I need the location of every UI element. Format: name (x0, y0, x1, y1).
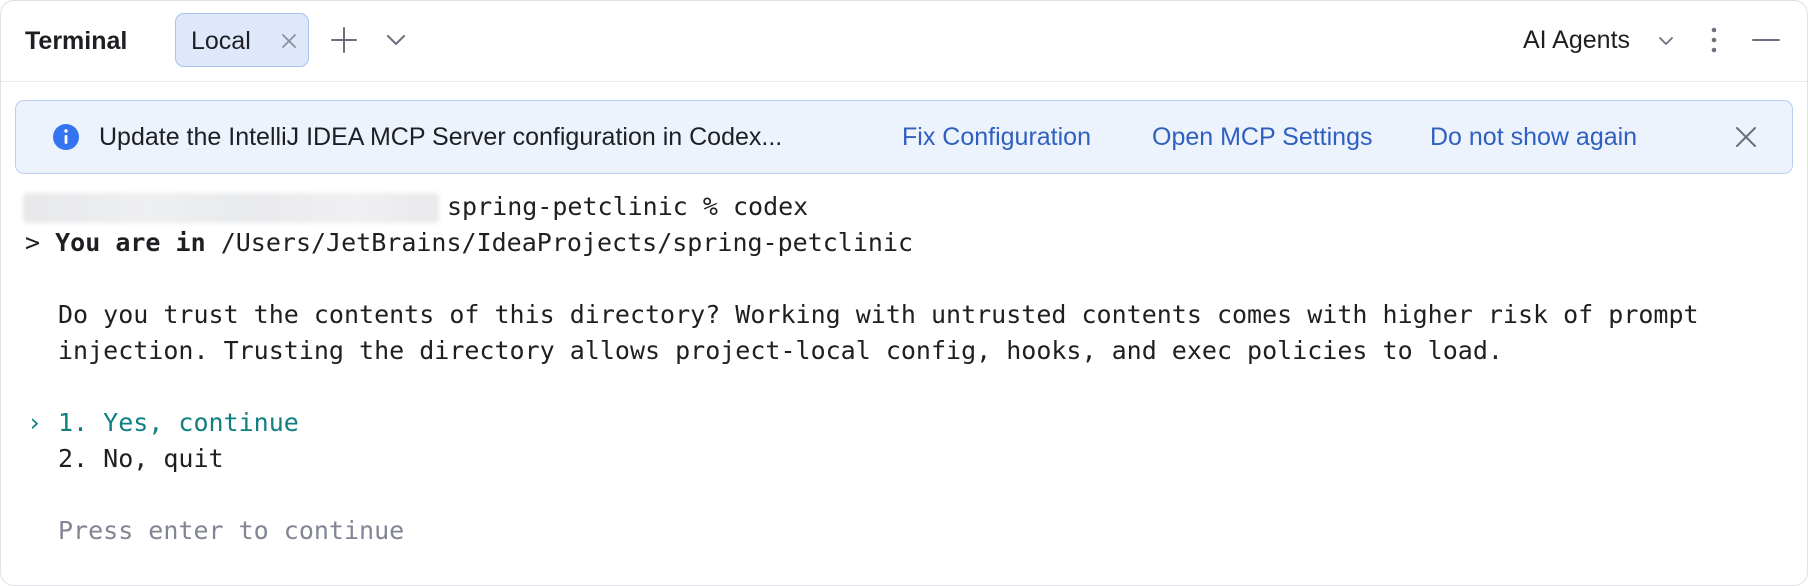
option-yes-continue[interactable]: 1. Yes, continue (58, 407, 299, 439)
tool-window-header: Terminal Local AI Agents (1, 1, 1807, 82)
redacted-prompt-prefix (23, 193, 439, 223)
trust-question-line-2: injection. Trusting the directory allows… (58, 336, 1503, 365)
minimize-icon[interactable] (1749, 23, 1783, 57)
chevron-down-icon[interactable] (379, 23, 413, 57)
location-line: > You are in /Users/JetBrains/IdeaProjec… (25, 227, 913, 259)
tool-window-title: Terminal (25, 27, 128, 55)
location-marker: > (25, 228, 41, 257)
trust-question-line-1: Do you trust the contents of this direct… (58, 300, 1699, 329)
terminal-tool-window: Terminal Local AI Agents Update the Inte… (0, 0, 1808, 586)
ai-agents-label: AI Agents (1523, 26, 1631, 54)
do-not-show-again-link[interactable]: Do not show again (1430, 121, 1637, 153)
open-mcp-settings-link[interactable]: Open MCP Settings (1152, 121, 1372, 153)
location-label: You are in (55, 228, 206, 257)
option-no-quit[interactable]: 2. No, quit (58, 443, 224, 475)
terminal-output[interactable]: spring-petclinic % codex > You are in /U… (1, 189, 1807, 585)
location-path: /Users/JetBrains/IdeaProjects/spring-pet… (220, 228, 914, 257)
selection-marker: › (27, 408, 43, 437)
prompt-command: spring-petclinic % codex (447, 192, 809, 221)
mcp-config-banner: Update the IntelliJ IDEA MCP Server conf… (15, 100, 1793, 174)
plus-icon[interactable] (327, 23, 361, 57)
close-icon[interactable] (1732, 123, 1760, 151)
close-icon[interactable] (280, 32, 298, 50)
banner-message: Update the IntelliJ IDEA MCP Server conf… (99, 123, 783, 151)
tab-local[interactable]: Local (175, 13, 309, 67)
fix-configuration-link[interactable]: Fix Configuration (902, 121, 1091, 153)
tab-label: Local (191, 27, 251, 55)
continue-hint: Press enter to continue (58, 516, 405, 545)
chevron-down-icon (1657, 32, 1675, 55)
more-vertical-icon[interactable] (1697, 23, 1731, 57)
info-icon (52, 123, 80, 151)
